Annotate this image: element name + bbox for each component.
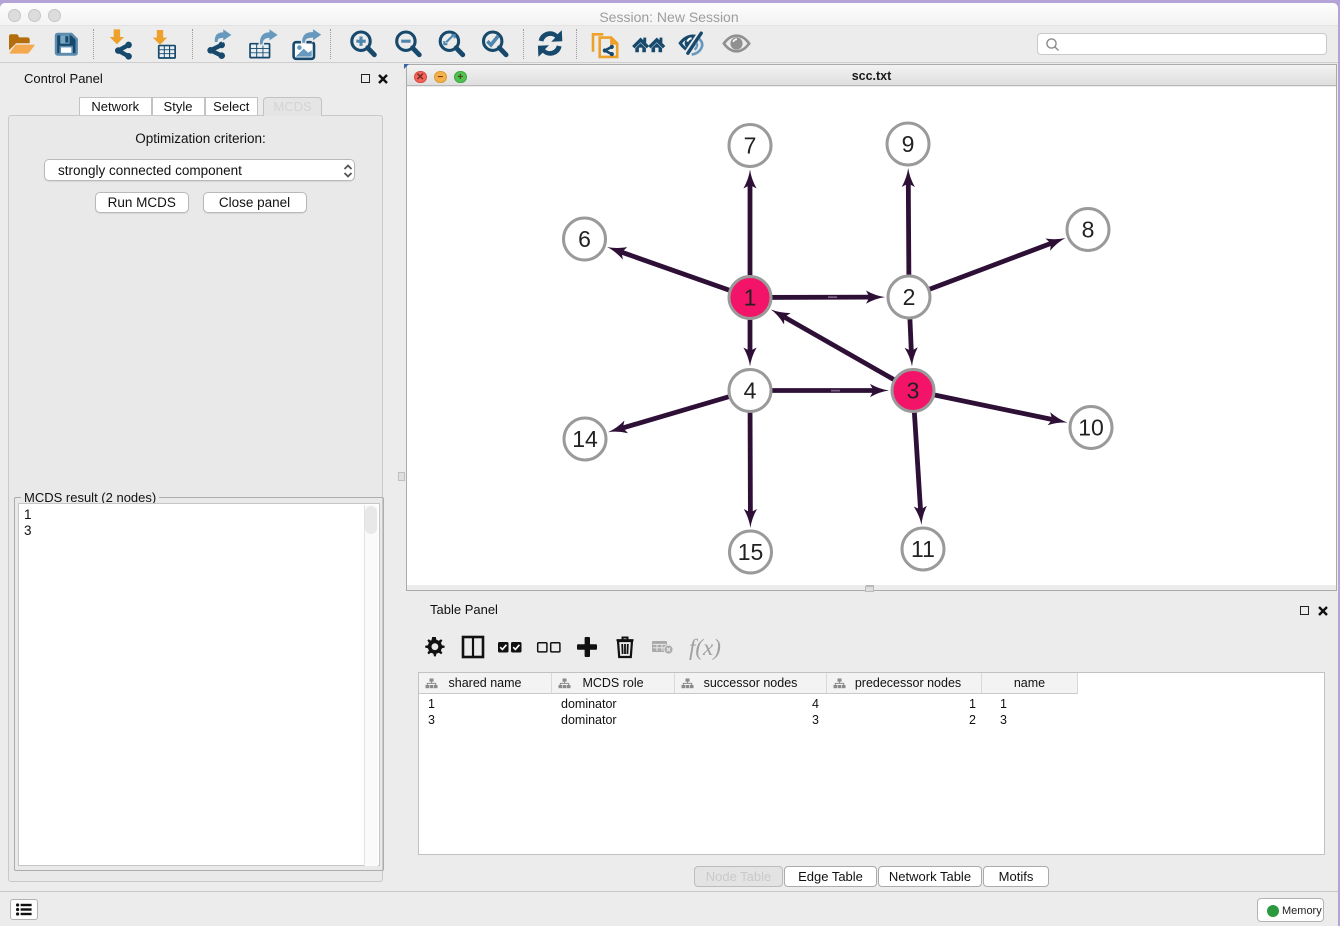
svg-text:14: 14 <box>572 426 598 452</box>
svg-text:6: 6 <box>578 226 591 252</box>
svg-text:9: 9 <box>902 131 915 157</box>
svg-text:4: 4 <box>744 378 757 404</box>
svg-text:11: 11 <box>911 536 935 562</box>
svg-text:10: 10 <box>1078 415 1104 441</box>
svg-text:15: 15 <box>738 539 764 565</box>
svg-text:2: 2 <box>903 284 916 310</box>
svg-text:3: 3 <box>907 378 920 404</box>
svg-text:8: 8 <box>1082 217 1095 243</box>
svg-text:7: 7 <box>744 133 757 159</box>
svg-text:1: 1 <box>744 285 757 311</box>
